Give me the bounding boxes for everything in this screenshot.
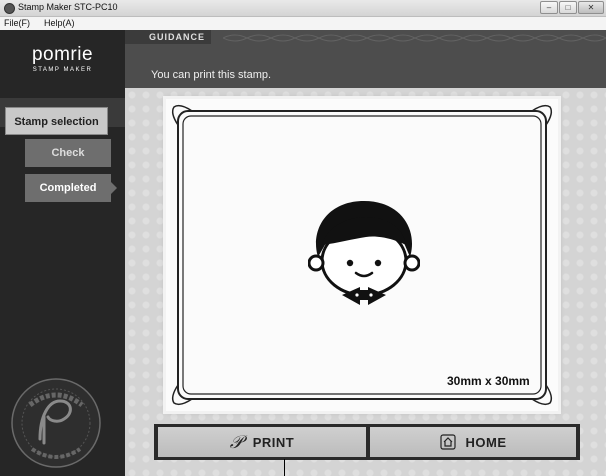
window-title: Stamp Maker STC-PC10 xyxy=(18,2,118,12)
app-icon xyxy=(4,3,15,14)
sidebar-item-completed[interactable]: Completed xyxy=(25,174,111,202)
menu-bar: File(F) Help(A) xyxy=(0,17,606,30)
menu-file[interactable]: File(F) xyxy=(4,18,30,28)
pomrie-p-icon: 𝒫 xyxy=(229,431,243,453)
main-area: 30mm x 30mm xyxy=(125,88,606,476)
home-label: HOME xyxy=(465,434,507,450)
menu-help[interactable]: Help(A) xyxy=(44,18,75,28)
logo-text: pomrie xyxy=(31,44,94,65)
maximize-button[interactable]: □ xyxy=(559,1,577,14)
title-bar: Stamp Maker STC-PC10 – □ ✕ xyxy=(0,0,606,17)
logo-subtext: STAMP MAKER xyxy=(32,67,93,73)
guidance-label: GUIDANCE xyxy=(149,32,206,42)
guidance-panel: GUIDANCE You can print this stamp. xyxy=(125,30,606,88)
window-controls: – □ ✕ xyxy=(540,1,604,14)
print-label: PRINT xyxy=(252,434,295,450)
guidance-message: You can print this stamp. xyxy=(151,69,272,81)
guidance-pattern xyxy=(223,34,606,42)
close-button[interactable]: ✕ xyxy=(578,1,604,14)
logo: pomrie STAMP MAKER xyxy=(0,44,125,73)
stamp-preview: 30mm x 30mm xyxy=(166,99,558,411)
boy-with-bowtie-icon xyxy=(308,201,420,305)
sidebar-item-check[interactable]: Check xyxy=(25,139,111,167)
guidance-tag: GUIDANCE xyxy=(125,30,211,44)
print-button[interactable]: 𝒫 PRINT xyxy=(158,427,366,457)
active-indicator-arrow xyxy=(111,182,117,194)
sidebar-item-stamp-selection[interactable]: Stamp selection xyxy=(5,107,108,135)
sidebar: pomrie STAMP MAKER Stamp selection Check… xyxy=(0,30,125,476)
stamp-size-label: 30mm x 30mm xyxy=(447,374,530,388)
action-bar: 𝒫 PRINT HOME xyxy=(154,424,580,460)
mouse-cursor xyxy=(284,459,285,476)
minimize-button[interactable]: – xyxy=(540,1,558,14)
home-button[interactable]: HOME xyxy=(370,427,576,457)
home-icon xyxy=(439,434,456,450)
stamp-maker-seal-logo xyxy=(11,378,101,468)
